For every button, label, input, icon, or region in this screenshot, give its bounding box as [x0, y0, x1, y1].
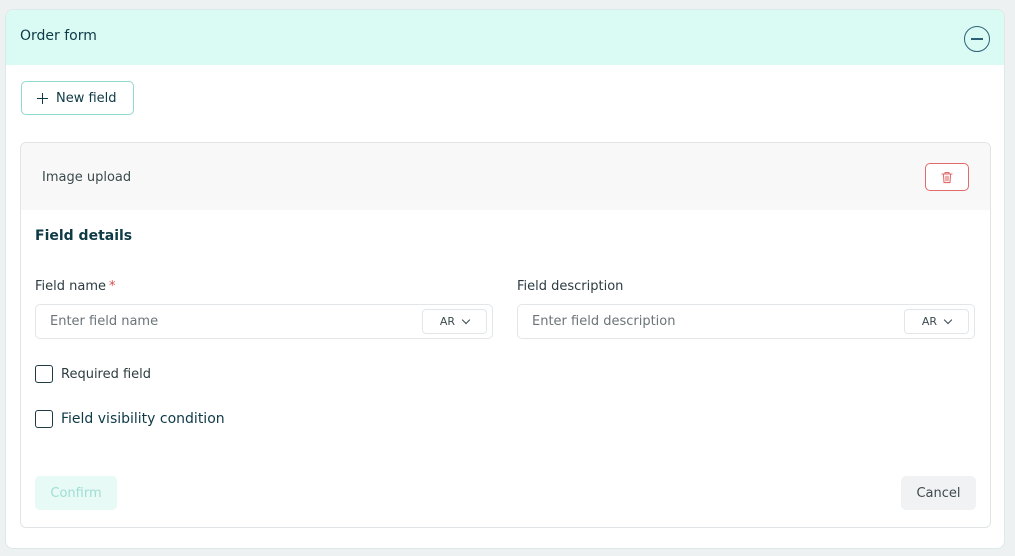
required-field-checkbox[interactable] — [35, 365, 53, 383]
required-mark: * — [109, 279, 116, 294]
new-field-label: New field — [56, 90, 117, 106]
visibility-condition-checkbox-row[interactable]: Field visibility condition — [35, 410, 225, 428]
field-description-input[interactable] — [518, 305, 898, 338]
field-description-label: Field description — [517, 279, 624, 294]
field-name-box: AR — [35, 304, 493, 339]
field-name-label: Field name * — [35, 279, 116, 294]
field-description-box: AR — [517, 304, 975, 339]
visibility-condition-label: Field visibility condition — [61, 411, 225, 427]
field-name-input[interactable] — [36, 305, 416, 338]
chevron-down-icon — [943, 315, 953, 324]
trash-icon — [941, 171, 953, 183]
field-description-language-select[interactable]: AR — [904, 309, 969, 334]
chevron-down-icon — [461, 315, 471, 324]
visibility-condition-checkbox[interactable] — [35, 410, 53, 428]
cancel-button[interactable]: Cancel — [901, 476, 976, 510]
order-form-panel: Order form New field Image upload Field … — [5, 9, 1005, 549]
panel-title: Order form — [20, 28, 97, 44]
confirm-button[interactable]: Confirm — [35, 476, 117, 510]
field-card-title: Image upload — [42, 170, 132, 185]
new-field-button[interactable]: New field — [21, 81, 134, 115]
section-title: Field details — [35, 228, 133, 244]
collapse-button[interactable] — [964, 26, 990, 52]
delete-field-button[interactable] — [925, 163, 969, 191]
field-card: Image upload Field details Field name* A… — [20, 142, 991, 528]
panel-header[interactable]: Order form — [6, 10, 1004, 65]
minus-circle-icon — [971, 38, 983, 40]
field-card-header[interactable]: Image upload — [21, 143, 990, 210]
field-name-language-select[interactable]: AR — [422, 309, 487, 334]
field-name-label-text: Field name — [35, 279, 107, 294]
required-field-checkbox-row[interactable]: Required field — [35, 365, 151, 383]
field-name-language-value: AR — [439, 315, 456, 328]
field-description-language-value: AR — [921, 315, 938, 328]
plus-icon — [37, 92, 48, 104]
required-field-label: Required field — [61, 366, 152, 382]
